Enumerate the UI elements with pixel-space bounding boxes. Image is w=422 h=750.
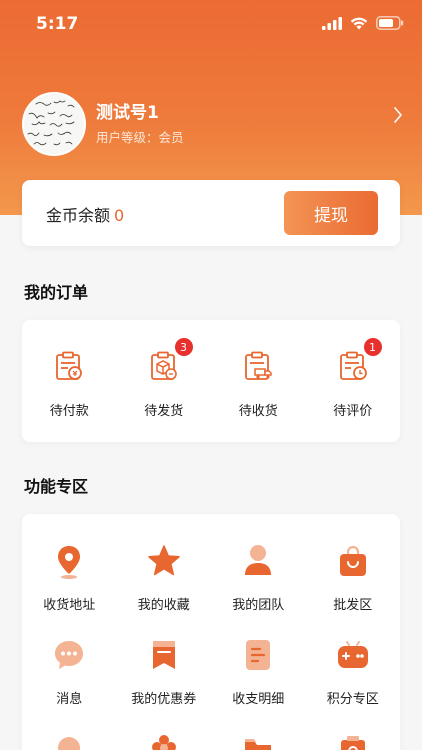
function-item-label: 我的收藏 [137,598,190,613]
function-item-label: 收支明细 [232,692,285,707]
wallet-clipboard-icon [56,351,83,380]
chat-bubble-icon [55,641,84,669]
person-circle-icon [58,737,81,750]
package-clipboard-icon [150,351,177,380]
function-item-label: 批发区 [333,598,373,613]
function-item-label: 积分专区 [326,692,379,707]
folder-icon [245,739,272,750]
bill-list-icon [246,640,271,670]
chevron-right-icon[interactable] [393,106,403,124]
function-item-label: 我的团队 [232,598,285,613]
balance-row: 金币余额 0 [46,202,124,226]
function-item-transactions[interactable]: 收支明细 [211,614,306,724]
orders-card: 待付款 3 待发货 待收货 1 待评价 [22,320,400,442]
coupon-bookmark-icon [152,641,175,669]
function-item-points[interactable]: 积分专区 [306,614,401,724]
order-item-label: 待付款 [49,404,89,419]
clock-clipboard-icon [339,351,367,380]
balance-card: 金币余额 0 提现 [22,180,400,246]
function-item-label: 消息 [56,692,83,707]
function-item-row3-3[interactable] [211,720,306,750]
user-level: 用户等级：会员 [96,130,184,145]
functions-section-title: 功能专区 [24,477,89,496]
battery-icon [376,16,404,30]
status-time: 5:17 [36,14,79,34]
truck-clipboard-icon [245,351,272,380]
function-item-row3-4[interactable] [306,720,401,750]
username: 测试号1 [96,103,159,123]
function-item-label: 收货地址 [43,598,96,613]
functions-grid-row-1: 收货地址 我的收藏 我的团队 批发区 [22,514,400,624]
wifi-icon [350,17,368,29]
star-icon [148,545,180,576]
order-item-label: 待收货 [238,404,278,419]
order-item-label: 待评价 [333,404,373,419]
status-bar: 5:17 [0,0,422,50]
function-item-row3-1[interactable] [22,720,117,750]
gear-flower-icon [151,735,176,750]
location-pin-icon [58,546,81,579]
order-item-pending-shipment[interactable]: 3 待发货 [117,320,212,442]
order-item-pending-payment[interactable]: 待付款 [22,320,117,442]
function-item-label: 我的优惠券 [131,692,197,707]
functions-grid-row-2: 消息 我的优惠券 收支明细 积分专区 [22,614,400,724]
shopping-bag-icon [339,545,366,576]
order-item-label: 待发货 [144,404,184,419]
avatar-calligraphy-image [24,94,84,154]
order-badge: 3 [174,338,193,356]
status-icons [322,16,404,30]
function-item-team[interactable]: 我的团队 [211,514,306,624]
withdraw-button[interactable]: 提现 [284,191,378,235]
order-item-pending-receipt[interactable]: 待收货 [211,320,306,442]
profile-section[interactable]: 测试号1 用户等级：会员 [22,92,407,162]
team-person-icon [245,545,272,575]
signal-icon [322,16,342,30]
balance-value: 0 [114,206,125,225]
function-item-coupons[interactable]: 我的优惠券 [117,614,212,724]
order-item-pending-review[interactable]: 1 待评价 [306,320,401,442]
settings-box-icon [340,736,365,750]
function-item-row3-2[interactable] [117,720,212,750]
function-item-address[interactable]: 收货地址 [22,514,117,624]
orders-section-title: 我的订单 [24,283,89,302]
functions-card: 收货地址 我的收藏 我的团队 批发区 消息 我的优惠券 收支明细 积分专区 [22,514,400,750]
orders-grid: 待付款 3 待发货 待收货 1 待评价 [22,320,400,442]
function-item-messages[interactable]: 消息 [22,614,117,724]
balance-label: 金币余额 [46,206,111,225]
function-item-favorites[interactable]: 我的收藏 [117,514,212,624]
function-item-wholesale[interactable]: 批发区 [306,514,401,624]
order-badge: 1 [363,338,382,356]
functions-grid-row-3 [22,720,400,750]
game-controller-icon [337,641,368,668]
avatar[interactable] [22,92,86,156]
